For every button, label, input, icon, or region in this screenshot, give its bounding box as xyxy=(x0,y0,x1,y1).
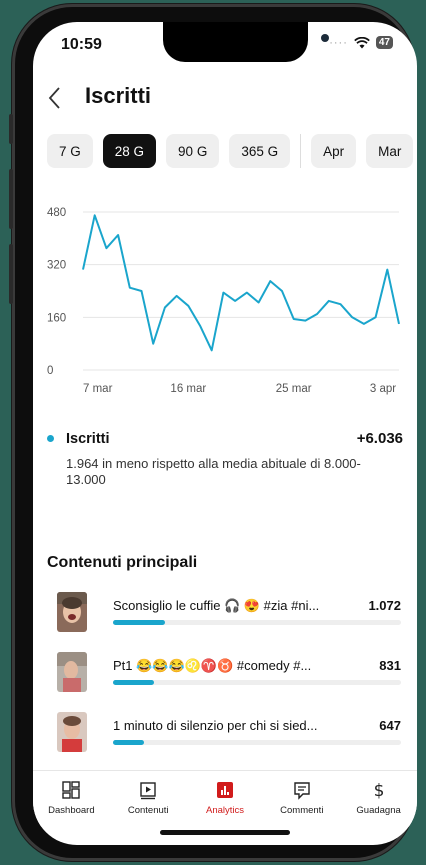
content-value: 1.072 xyxy=(368,598,401,613)
analytics-icon xyxy=(214,779,236,801)
content-value: 831 xyxy=(379,658,401,673)
range-90g[interactable]: 90 G xyxy=(166,134,220,168)
content-title: 1 minuto di silenzio per chi si sied... xyxy=(113,718,318,733)
notch xyxy=(163,22,329,62)
page-title: Iscritti xyxy=(85,83,152,108)
signal-icon: ···· xyxy=(329,36,348,49)
y-tick-label: 480 xyxy=(47,207,66,219)
nav-commenti[interactable]: Commenti xyxy=(263,771,340,827)
video-thumbnail xyxy=(57,712,87,752)
screen: 10:59 ···· 47 Iscritti 7 G 28 G 90 G 365… xyxy=(33,22,417,845)
section-title: Contenuti principali xyxy=(47,554,198,571)
x-tick-label: 25 mar xyxy=(276,383,312,395)
list-item[interactable]: Pt1 😂😂😂♌♈♉ #comedy #... 831 xyxy=(47,652,403,696)
stat-label: Iscritti xyxy=(66,430,110,447)
header: Iscritti xyxy=(33,78,417,114)
chip-divider xyxy=(300,134,302,168)
range-selector: 7 G 28 G 90 G 365 G Apr Mar xyxy=(47,134,414,168)
dashboard-icon xyxy=(60,779,82,801)
progress-fill xyxy=(113,680,154,685)
stat-value: +6.036 xyxy=(356,430,403,447)
nav-label: Contenuti xyxy=(127,805,169,816)
range-7g[interactable]: 7 G xyxy=(47,134,93,168)
chevron-left-icon[interactable] xyxy=(47,78,63,114)
status-icons: ···· 47 xyxy=(329,36,393,49)
series-line xyxy=(82,214,400,352)
content-title: Pt1 😂😂😂♌♈♉ #comedy #... xyxy=(113,658,312,673)
stat-row: Iscritti +6.036 xyxy=(47,430,403,447)
nav-label: Guadagna xyxy=(356,805,401,816)
series-dot xyxy=(47,435,54,442)
svg-text:$: $ xyxy=(373,781,384,800)
progress-track xyxy=(113,740,401,745)
nav-dashboard[interactable]: Dashboard xyxy=(33,771,110,827)
x-tick-label: 3 apr xyxy=(370,383,396,395)
stat-description: 1.964 in meno rispetto alla media abitua… xyxy=(66,456,361,487)
comments-icon xyxy=(291,779,313,801)
progress-track xyxy=(113,680,401,685)
battery-indicator: 47 xyxy=(375,36,393,49)
nav-label: Commenti xyxy=(280,805,324,816)
bottom-nav: Dashboard Contenuti Analytics Commenti $… xyxy=(33,770,417,827)
subscribers-chart: 480 320 160 0 7 mar 16 mar 25 mar 3 apr xyxy=(47,207,400,395)
x-tick-label: 16 mar xyxy=(170,383,206,395)
y-tick-label: 160 xyxy=(47,312,66,324)
wifi-icon xyxy=(354,36,370,48)
y-tick-label: 0 xyxy=(47,365,53,377)
nav-analytics[interactable]: Analytics xyxy=(187,771,264,827)
home-indicator xyxy=(160,830,290,835)
progress-track xyxy=(113,620,401,625)
list-item[interactable]: 1 minuto di silenzio per chi si sied... … xyxy=(47,712,403,756)
camera xyxy=(321,34,329,42)
nav-contenuti[interactable]: Contenuti xyxy=(110,771,187,827)
progress-fill xyxy=(113,620,165,625)
mute-switch xyxy=(9,114,13,144)
status-time: 10:59 xyxy=(61,36,102,53)
nav-guadagna[interactable]: $ Guadagna xyxy=(340,771,417,827)
content-value: 647 xyxy=(379,718,401,733)
range-mar[interactable]: Mar xyxy=(366,134,414,168)
video-thumbnail xyxy=(57,652,87,692)
volume-up-button xyxy=(9,169,13,229)
progress-fill xyxy=(113,740,144,745)
video-thumbnail xyxy=(57,592,87,632)
y-tick-label: 320 xyxy=(47,260,66,272)
range-365g[interactable]: 365 G xyxy=(229,134,291,168)
list-item[interactable]: Sconsiglio le cuffie 🎧 😍 #zia #ni... 1.0… xyxy=(47,592,403,636)
x-tick-label: 7 mar xyxy=(83,383,113,395)
nav-label: Analytics xyxy=(205,805,244,816)
dollar-icon: $ xyxy=(368,779,390,801)
content-icon xyxy=(137,779,159,801)
volume-down-button xyxy=(9,244,13,304)
content-title: Sconsiglio le cuffie 🎧 😍 #zia #ni... xyxy=(113,598,320,613)
range-28g[interactable]: 28 G xyxy=(102,134,157,168)
range-apr[interactable]: Apr xyxy=(311,134,357,168)
nav-label: Dashboard xyxy=(48,805,95,816)
